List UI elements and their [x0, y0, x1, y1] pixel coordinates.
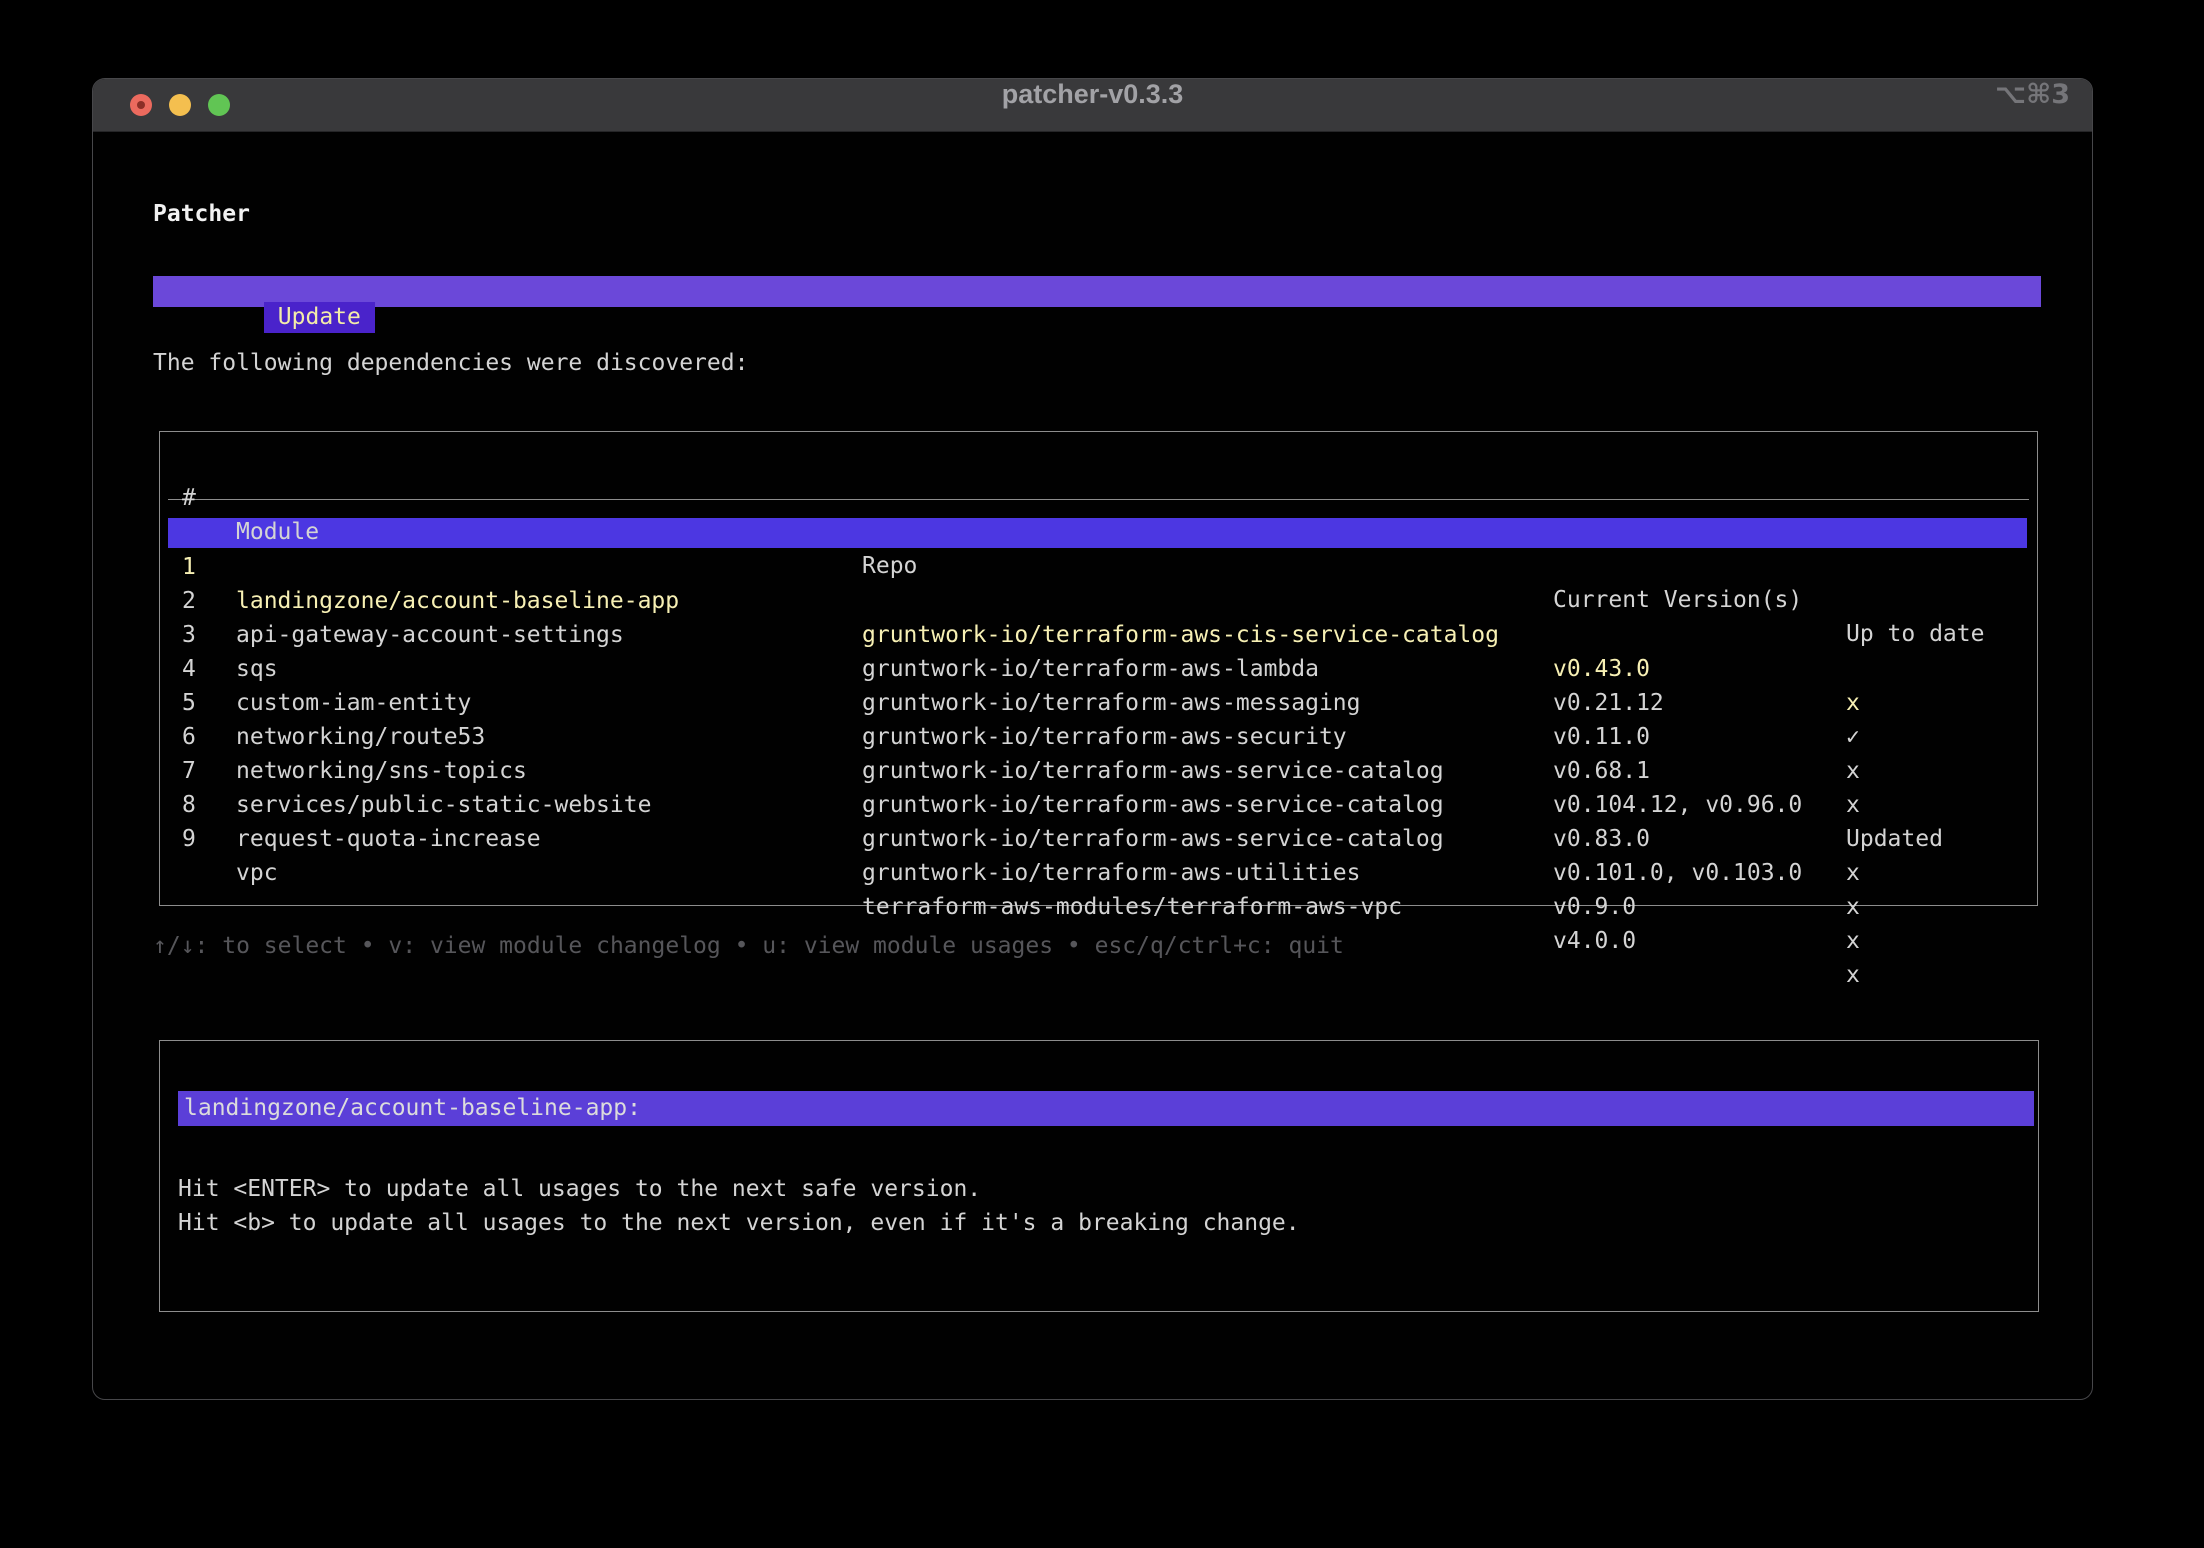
- row-version: v0.101.0, v0.103.0: [1553, 856, 1802, 890]
- row-module: services/public-static-website: [236, 788, 651, 822]
- row-repo: gruntwork-io/terraform-aws-service-catal…: [862, 822, 1444, 856]
- row-module: api-gateway-account-settings: [236, 618, 624, 652]
- row-index: 4: [182, 652, 196, 686]
- row-module: landingzone/account-baseline-app: [236, 584, 679, 618]
- tab-shortcut-hint: ⌥⌘3: [1995, 79, 2070, 131]
- desktop: patcher-v0.3.3 ⌥⌘3 Patcher Update The fo…: [0, 0, 2204, 1548]
- row-repo: gruntwork-io/terraform-aws-security: [862, 720, 1347, 754]
- row-index: 8: [182, 788, 196, 822]
- row-uptodate: x: [1846, 856, 1860, 890]
- tab-update[interactable]: Update: [264, 302, 375, 333]
- row-version: v0.9.0: [1553, 890, 1636, 924]
- row-index: 3: [182, 618, 196, 652]
- row-index: 2: [182, 584, 196, 618]
- row-uptodate: x: [1846, 754, 1860, 788]
- row-version: v0.68.1: [1553, 754, 1650, 788]
- selected-module-header: landingzone/account-baseline-app:: [178, 1091, 2034, 1126]
- row-uptodate: x: [1846, 958, 1860, 992]
- row-module: networking/route53: [236, 720, 485, 754]
- row-repo: gruntwork-io/terraform-aws-service-catal…: [862, 754, 1444, 788]
- table-body: 1 landingzone/account-baseline-app grunt…: [160, 516, 2037, 822]
- row-uptodate: x: [1846, 788, 1860, 822]
- row-module: sqs: [236, 652, 278, 686]
- row-repo: gruntwork-io/terraform-aws-lambda: [862, 652, 1319, 686]
- header-version: Current Version(s): [1553, 583, 1802, 617]
- row-repo: terraform-aws-modules/terraform-aws-vpc: [862, 890, 1402, 924]
- table-header-row: # Module Repo Current Version(s) Up to d…: [160, 447, 2037, 481]
- window-title: patcher-v0.3.3: [93, 79, 2092, 131]
- row-version: v0.11.0: [1553, 720, 1650, 754]
- header-index: #: [182, 481, 196, 515]
- row-uptodate: ✓: [1846, 720, 1860, 754]
- intro-text: The following dependencies were discover…: [153, 346, 748, 380]
- row-module: vpc: [236, 856, 278, 890]
- row-uptodate: x: [1846, 890, 1860, 924]
- header-repo: Repo: [862, 549, 917, 583]
- hint-breaking-line: Hit <b> to update all usages to the next…: [178, 1206, 1300, 1240]
- row-index: 9: [182, 822, 196, 856]
- row-repo: gruntwork-io/terraform-aws-service-catal…: [862, 788, 1444, 822]
- row-version: v0.43.0: [1553, 652, 1650, 686]
- row-version: v4.0.0: [1553, 924, 1636, 958]
- row-repo: gruntwork-io/terraform-aws-utilities: [862, 856, 1361, 890]
- row-module: networking/sns-topics: [236, 754, 527, 788]
- table-header-divider: [168, 499, 2029, 500]
- terminal-content: Patcher Update The following dependencie…: [93, 131, 2092, 1399]
- tab-bar: Update: [153, 276, 2041, 307]
- row-uptodate: Updated: [1846, 822, 1943, 856]
- table-row[interactable]: 2 api-gateway-account-settings gruntwork…: [160, 550, 2037, 584]
- keyboard-help: ↑/↓: to select • v: view module changelo…: [153, 929, 1344, 963]
- row-repo: gruntwork-io/terraform-aws-cis-service-c…: [862, 618, 1499, 652]
- row-uptodate: x: [1846, 924, 1860, 958]
- row-index: 6: [182, 720, 196, 754]
- terminal-window: patcher-v0.3.3 ⌥⌘3 Patcher Update The fo…: [92, 78, 2093, 1400]
- row-index: 1: [182, 550, 196, 584]
- row-index: 5: [182, 686, 196, 720]
- titlebar[interactable]: patcher-v0.3.3 ⌥⌘3: [93, 79, 2092, 132]
- row-module: custom-iam-entity: [236, 686, 471, 720]
- header-module: Module: [236, 515, 319, 549]
- row-repo: gruntwork-io/terraform-aws-messaging: [862, 686, 1361, 720]
- app-heading: Patcher: [153, 197, 250, 231]
- dependencies-table: # Module Repo Current Version(s) Up to d…: [159, 431, 2038, 906]
- detail-panel: landingzone/account-baseline-app: Hit <E…: [159, 1040, 2039, 1312]
- header-uptodate: Up to date: [1846, 617, 1984, 651]
- row-uptodate: x: [1846, 686, 1860, 720]
- row-index: 7: [182, 754, 196, 788]
- row-version: v0.83.0: [1553, 822, 1650, 856]
- row-module: request-quota-increase: [236, 822, 541, 856]
- hint-enter-line: Hit <ENTER> to update all usages to the …: [178, 1172, 981, 1206]
- table-row[interactable]: 1 landingzone/account-baseline-app grunt…: [160, 516, 2037, 550]
- row-version: v0.21.12: [1553, 686, 1664, 720]
- row-version: v0.104.12, v0.96.0: [1553, 788, 1802, 822]
